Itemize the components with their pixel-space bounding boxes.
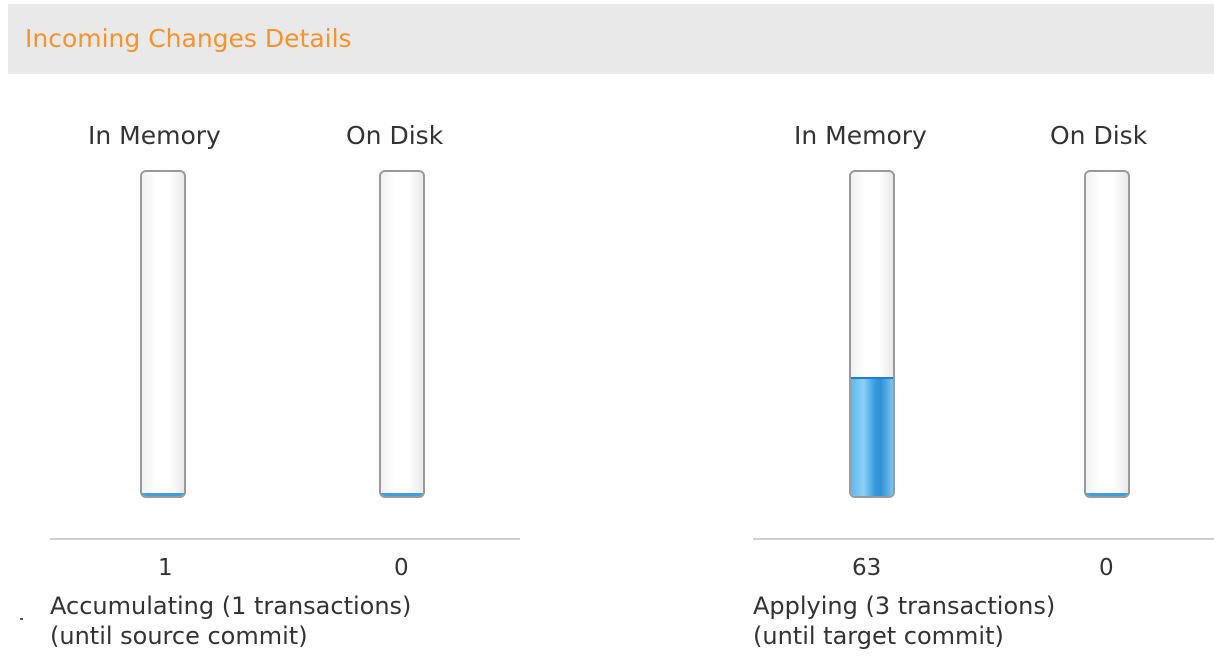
accumulating-in-memory-value: 1: [158, 555, 173, 581]
applying-in-memory-gauge: [849, 170, 895, 498]
applying-status: Applying (3 transactions): [753, 592, 1056, 620]
accumulating-in-memory-gauge: [140, 170, 186, 498]
applying-in-memory-value: 63: [852, 555, 882, 581]
applying-on-disk-gauge: [1084, 170, 1130, 498]
gauge-fill: [851, 377, 893, 496]
accumulating-on-disk-gauge: [379, 170, 425, 498]
accumulating-status: Accumulating (1 transactions): [50, 592, 412, 620]
stray-dot: [20, 618, 23, 620]
applying-on-disk-value: 0: [1099, 555, 1114, 581]
accumulating-on-disk-label: On Disk: [346, 121, 444, 150]
accumulating-status-note: (until source commit): [50, 622, 308, 650]
gauge-fill: [142, 493, 184, 496]
divider: [50, 538, 520, 540]
applying-in-memory-label: In Memory: [794, 121, 927, 150]
applying-on-disk-label: On Disk: [1050, 121, 1148, 150]
gauge-fill: [1086, 493, 1128, 496]
applying-status-note: (until target commit): [753, 622, 1004, 650]
gauge-fill: [381, 493, 423, 496]
panel-title: Incoming Changes Details: [25, 24, 352, 53]
panel-header: Incoming Changes Details: [8, 4, 1214, 74]
divider: [753, 538, 1214, 540]
accumulating-in-memory-label: In Memory: [88, 121, 221, 150]
accumulating-on-disk-value: 0: [394, 555, 409, 581]
